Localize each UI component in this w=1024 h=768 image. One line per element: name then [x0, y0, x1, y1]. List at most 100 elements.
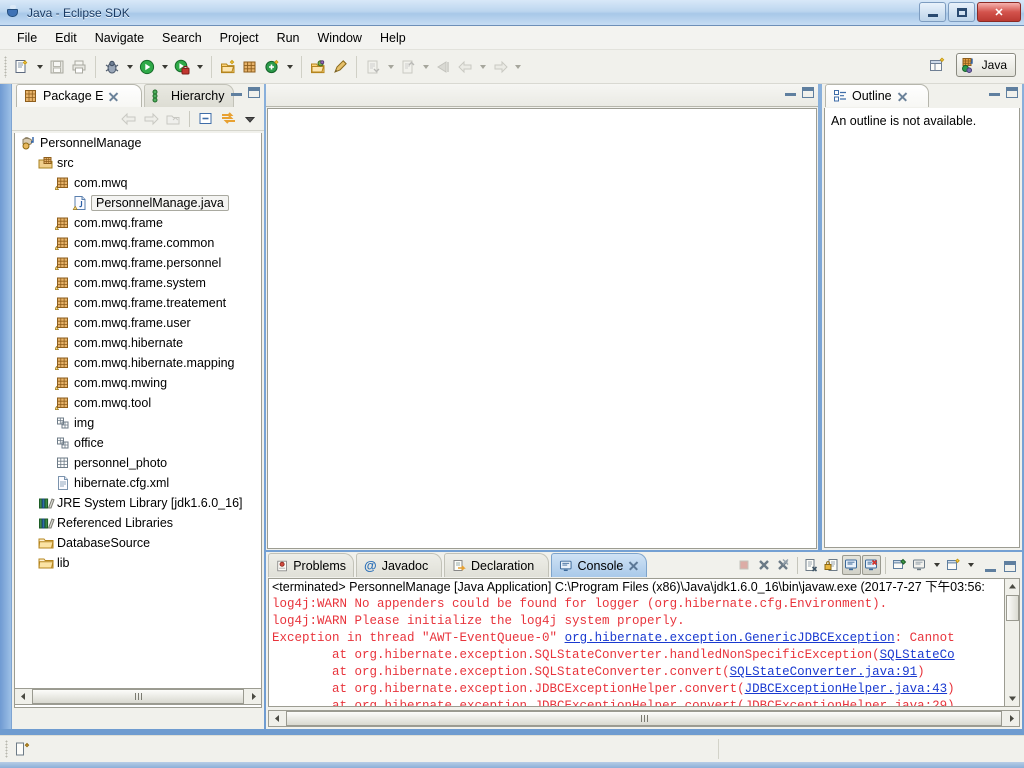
open-console-icon[interactable] — [944, 555, 963, 575]
toolbar-grip[interactable] — [4, 55, 7, 78]
tree-item[interactable]: com.mwq.hibernate.mapping — [15, 353, 261, 373]
scroll-left-icon[interactable] — [15, 689, 31, 704]
minimize-icon[interactable] — [785, 87, 796, 96]
fast-view-bar[interactable] — [0, 84, 12, 729]
menu-project[interactable]: Project — [211, 28, 268, 48]
menu-edit[interactable]: Edit — [46, 28, 86, 48]
console-output[interactable]: <terminated> PersonnelManage [Java Appli… — [268, 578, 1020, 707]
tab-problems[interactable]: Problems — [268, 553, 354, 577]
window-minimize-button[interactable] — [919, 2, 946, 22]
package-explorer-hscrollbar[interactable] — [14, 688, 262, 705]
new-package-icon[interactable] — [239, 56, 261, 78]
minimize-icon[interactable] — [231, 87, 242, 96]
view-menu-icon[interactable] — [240, 109, 260, 129]
close-icon[interactable] — [897, 91, 908, 102]
collapse-all-icon[interactable] — [196, 109, 216, 129]
open-perspective-icon[interactable] — [926, 53, 950, 77]
remove-launch-icon[interactable] — [754, 555, 773, 575]
minimize-icon[interactable] — [989, 87, 1000, 96]
tab-package-explorer[interactable]: Package E — [16, 84, 142, 107]
scroll-down-icon[interactable] — [1005, 691, 1019, 706]
tab-outline[interactable]: Outline — [825, 84, 929, 107]
menu-window[interactable]: Window — [309, 28, 371, 48]
maximize-icon[interactable] — [248, 87, 260, 98]
maximize-icon[interactable] — [1006, 87, 1018, 98]
hscroll-thumb[interactable] — [32, 689, 244, 704]
link-with-editor-icon[interactable] — [218, 109, 238, 129]
tree-item[interactable]: DatabaseSource — [15, 533, 261, 553]
run-external-tools-icon[interactable] — [171, 56, 193, 78]
editor-content[interactable] — [267, 108, 817, 549]
show-console-on-error-icon[interactable] — [862, 555, 881, 575]
new-class-dropdown-icon[interactable] — [283, 56, 296, 78]
tree-item[interactable]: office — [15, 433, 261, 453]
tab-hierarchy[interactable]: Hierarchy — [144, 84, 234, 107]
display-selected-console-dropdown-icon[interactable] — [930, 554, 943, 576]
tree-item[interactable]: com.mwq.frame — [15, 213, 261, 233]
project-tree[interactable]: PersonnelManage src com.mwq PersonnelManage… — [14, 133, 262, 708]
stack-trace-link[interactable]: SQLStateConverter.java:91 — [730, 665, 918, 679]
tab-javadoc[interactable]: @ Javadoc — [356, 553, 442, 577]
new-wizard-icon[interactable] — [11, 56, 33, 78]
run-icon[interactable] — [136, 56, 158, 78]
tree-item[interactable]: com.mwq.mwing — [15, 373, 261, 393]
tree-item[interactable]: com.mwq — [15, 173, 261, 193]
open-type-icon[interactable] — [307, 56, 329, 78]
new-wizard-dropdown-icon[interactable] — [33, 56, 46, 78]
scroll-right-icon[interactable] — [1003, 711, 1019, 726]
tree-item[interactable]: com.mwq.frame.common — [15, 233, 261, 253]
open-console-dropdown-icon[interactable] — [964, 554, 977, 576]
tree-item[interactable]: img — [15, 413, 261, 433]
tree-item[interactable]: com.mwq.frame.personnel — [15, 253, 261, 273]
tree-item[interactable]: com.mwq.tool — [15, 393, 261, 413]
minimize-icon[interactable] — [985, 563, 996, 572]
stack-trace-link[interactable]: JDBCExceptionHelper.java:43 — [745, 682, 948, 696]
console-hscroll-thumb[interactable] — [286, 711, 1002, 726]
scroll-lock-icon[interactable] — [822, 555, 841, 575]
stack-trace-link[interactable]: org.hibernate.exception.GenericJDBCExcep… — [565, 631, 895, 645]
tree-item[interactable]: PersonnelManage.java — [15, 193, 261, 213]
show-console-on-output-icon[interactable] — [842, 555, 861, 575]
maximize-icon[interactable] — [1004, 561, 1016, 572]
tree-item[interactable]: lib — [15, 553, 261, 573]
window-maximize-button[interactable] — [948, 2, 975, 22]
menu-search[interactable]: Search — [153, 28, 211, 48]
tree-item[interactable]: src — [15, 153, 261, 173]
perspective-java-button[interactable]: Java — [955, 53, 1016, 77]
tree-item[interactable]: PersonnelManage — [15, 133, 261, 153]
scroll-left-icon[interactable] — [269, 711, 285, 726]
pin-console-icon[interactable] — [890, 555, 909, 575]
tab-declaration[interactable]: Declaration — [444, 553, 549, 577]
tree-item[interactable]: JRE System Library [jdk1.6.0_16] — [15, 493, 261, 513]
window-close-button[interactable]: ✕ — [977, 2, 1021, 22]
tree-item[interactable]: com.mwq.frame.system — [15, 273, 261, 293]
tree-item[interactable]: Referenced Libraries — [15, 513, 261, 533]
scroll-right-icon[interactable] — [245, 689, 261, 704]
console-hscrollbar[interactable] — [268, 710, 1020, 727]
remove-all-terminated-icon[interactable] — [774, 555, 793, 575]
debug-icon[interactable] — [101, 56, 123, 78]
clear-console-icon[interactable] — [802, 555, 821, 575]
stack-trace-link[interactable]: SQLStateCo — [880, 648, 955, 662]
run-external-dropdown-icon[interactable] — [193, 56, 206, 78]
close-icon[interactable] — [108, 91, 119, 102]
new-java-project-icon[interactable] — [217, 56, 239, 78]
menu-file[interactable]: File — [8, 28, 46, 48]
menu-run[interactable]: Run — [268, 28, 309, 48]
run-dropdown-icon[interactable] — [158, 56, 171, 78]
menu-help[interactable]: Help — [371, 28, 415, 48]
tree-item[interactable]: com.mwq.frame.user — [15, 313, 261, 333]
scroll-up-icon[interactable] — [1005, 579, 1019, 594]
maximize-icon[interactable] — [802, 87, 814, 98]
menu-navigate[interactable]: Navigate — [86, 28, 153, 48]
debug-dropdown-icon[interactable] — [123, 56, 136, 78]
tree-item[interactable]: hibernate.cfg.xml — [15, 473, 261, 493]
tree-item[interactable]: com.mwq.hibernate — [15, 333, 261, 353]
vscroll-thumb[interactable] — [1005, 595, 1019, 621]
new-class-icon[interactable] — [261, 56, 283, 78]
tab-console[interactable]: Console — [551, 553, 647, 577]
display-selected-console-icon[interactable] — [910, 555, 929, 575]
console-vscrollbar[interactable] — [1004, 578, 1020, 707]
tree-item[interactable]: personnel_photo — [15, 453, 261, 473]
search-icon[interactable] — [329, 56, 351, 78]
